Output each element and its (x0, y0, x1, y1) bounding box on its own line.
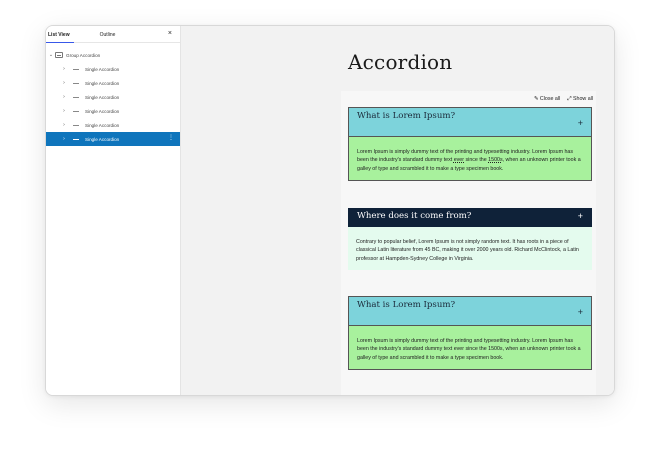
accordion-title: What is Lorem Ipsum? (357, 111, 456, 121)
accordion-header[interactable]: What is Lorem Ipsum? + (348, 296, 592, 326)
accordion-item: What is Lorem Ipsum? + Lorem Ipsum is si… (348, 296, 592, 370)
accordion-block-icon (73, 82, 79, 84)
show-all-button[interactable]: ⤢ Show all (567, 96, 593, 103)
tree-item-single-accordion[interactable]: › Single Accordion (46, 90, 180, 104)
group-block-icon (55, 52, 63, 58)
chevron-right-icon[interactable]: › (60, 80, 68, 86)
chevron-right-icon[interactable]: › (60, 66, 68, 72)
accordion-title: Where does it come from? (357, 211, 472, 221)
accordion-item: What is Lorem Ipsum? + Lorem Ipsum is si… (348, 107, 592, 181)
plus-icon[interactable]: + (578, 307, 583, 317)
close-all-button[interactable]: ✎ Close all (534, 96, 560, 103)
expand-icon: ⤢ (567, 96, 572, 102)
accordion-block-icon (73, 68, 79, 70)
editor-canvas: Accordion ✎ Close all ⤢ Show all What is… (181, 26, 614, 395)
accordion-group: ✎ Close all ⤢ Show all What is Lorem Ips… (341, 91, 596, 395)
chevron-right-icon[interactable]: › (60, 108, 68, 114)
accordion-block-icon (73, 138, 79, 140)
tree-item-label: Single Accordion (85, 108, 120, 114)
tree-item-label: Single Accordion (85, 122, 120, 128)
tab-outline[interactable]: Outline (98, 32, 120, 42)
tree-item-label: Single Accordion (85, 80, 120, 86)
tree-item-single-accordion[interactable]: › Single Accordion (46, 62, 180, 76)
accordion-title: What is Lorem Ipsum? (357, 300, 456, 310)
accordion-block-icon (73, 96, 79, 98)
tab-list-view[interactable]: List View (46, 32, 74, 43)
accordion-content: Lorem Ipsum is simply dummy text of the … (348, 326, 592, 370)
tree-item-group-accordion[interactable]: ⌄ Group Accordion (46, 48, 180, 62)
tree-item-single-accordion-selected[interactable]: › Single Accordion ⋮ (46, 132, 180, 146)
accordion-block-icon (73, 124, 79, 126)
close-all-label: Close all (539, 96, 561, 102)
chevron-right-icon[interactable]: › (60, 94, 68, 100)
editor-window: List View Outline × ⌄ Group Accordion › … (45, 25, 615, 396)
options-kebab-icon[interactable]: ⋮ (168, 135, 174, 141)
accordion-text: Contrary to popular belief, Lorem Ipsum … (356, 239, 579, 262)
tree-item-label: Single Accordion (85, 66, 120, 72)
tree-item-label: Group Accordion (66, 52, 101, 58)
tree-item-single-accordion[interactable]: › Single Accordion (46, 76, 180, 90)
page-title[interactable]: Accordion (348, 50, 452, 74)
pencil-icon: ✎ (533, 96, 539, 102)
accordion-content: Contrary to popular belief, Lorem Ipsum … (348, 227, 592, 270)
tree-item-label: Single Accordion (85, 136, 120, 142)
show-all-label: Show all (572, 96, 593, 102)
tree-item-label: Single Accordion (85, 94, 120, 100)
accordion-item: Where does it come from? + Contrary to p… (348, 208, 592, 270)
chevron-right-icon[interactable]: › (60, 122, 68, 128)
accordion-text-link: 1500s (488, 157, 503, 164)
block-tree: ⌄ Group Accordion › Single Accordion › S… (46, 43, 180, 146)
plus-icon[interactable]: + (578, 211, 583, 221)
close-icon[interactable]: × (168, 30, 172, 37)
list-view-sidebar: List View Outline × ⌄ Group Accordion › … (46, 26, 181, 395)
accordion-header[interactable]: Where does it come from? + (348, 208, 592, 227)
accordion-content: Lorem Ipsum is simply dummy text of the … (348, 137, 592, 181)
plus-icon[interactable]: + (578, 118, 583, 128)
accordion-text-link: ever (453, 157, 465, 164)
accordion-text: Lorem Ipsum is simply dummy text of the … (357, 338, 581, 361)
accordion-header[interactable]: What is Lorem Ipsum? + (348, 107, 592, 137)
accordion-controls: ✎ Close all ⤢ Show all (534, 96, 593, 103)
accordion-block-icon (73, 110, 79, 112)
chevron-right-icon[interactable]: › (60, 136, 68, 142)
accordion-text: since the (464, 157, 489, 164)
sidebar-tabs: List View Outline × (46, 26, 180, 43)
chevron-down-icon[interactable]: ⌄ (47, 52, 55, 58)
tree-item-single-accordion[interactable]: › Single Accordion (46, 118, 180, 132)
tree-item-single-accordion[interactable]: › Single Accordion (46, 104, 180, 118)
